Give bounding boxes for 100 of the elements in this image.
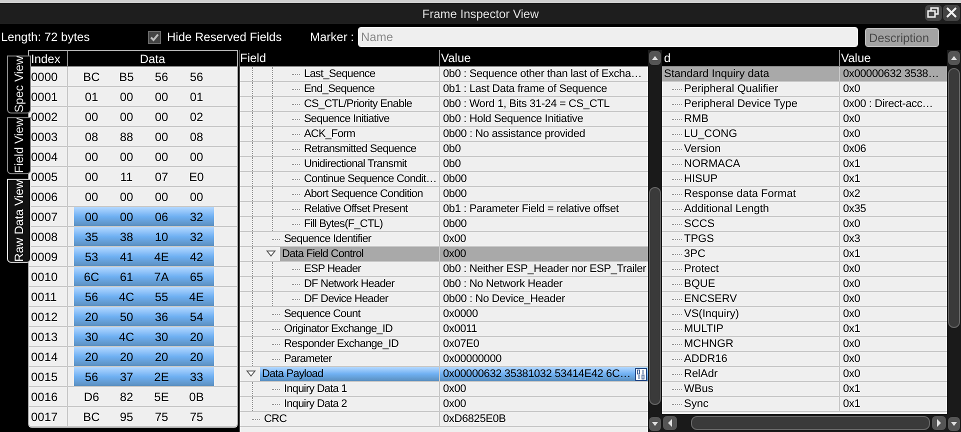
field-name[interactable]: Sync [682, 397, 710, 411]
byte-cell-text: 08 [188, 128, 204, 146]
data-row[interactable]: BC 95 75 75 [74, 407, 214, 426]
index-cell: 0016 [29, 387, 68, 406]
scroll-down-icon[interactable] [948, 417, 960, 431]
byte-cell-text: 08 [84, 128, 100, 146]
data-row[interactable]: 00 00 00 00 [74, 147, 214, 166]
byte-cell-text: 4E [153, 248, 170, 266]
field-value: 0x0000 [440, 307, 648, 322]
column-header: Value [840, 50, 872, 66]
data-row[interactable]: 56 37 2E 33 [74, 367, 214, 386]
field-name[interactable]: Additional Length [682, 202, 772, 216]
scrollbar[interactable] [947, 50, 961, 432]
field-value: 0x0 [840, 127, 947, 142]
field-name[interactable]: BQUE [682, 277, 718, 291]
close-icon[interactable] [943, 5, 960, 21]
field-value: 0x0 [840, 262, 947, 277]
binary-icon[interactable] [635, 368, 647, 380]
scroll-up-icon[interactable] [649, 51, 661, 65]
byte-cell-text: 4C [118, 328, 136, 346]
length-label: Length: 72 bytes [1, 29, 91, 46]
scroll-right-icon[interactable] [932, 416, 946, 430]
byte-cell-text: 20 [188, 348, 204, 366]
field-name[interactable]: VS(Inquiry) [682, 307, 742, 321]
horizontal-scrollbar[interactable] [662, 414, 947, 432]
data-row[interactable]: D6 82 5E 0B [74, 387, 214, 406]
data-row[interactable]: 01 00 00 01 [74, 87, 214, 106]
marker-field[interactable]: Name [358, 27, 858, 47]
field-value: 0x07E0 [440, 337, 648, 352]
scroll-down-icon[interactable] [649, 417, 661, 431]
data-row[interactable]: 56 4C 55 4E [74, 287, 214, 306]
byte-cell-text: 00 [84, 208, 100, 226]
field-value: 0x00 [440, 232, 648, 247]
view-tab[interactable]: Raw Data View [7, 178, 31, 262]
field-value: 0x0 [840, 337, 947, 352]
byte-cell-text: 41 [118, 248, 134, 266]
data-row[interactable]: 00 00 06 32 [74, 207, 214, 226]
field-value: 0x0 [840, 277, 947, 292]
data-row[interactable]: BC B5 56 56 [74, 67, 214, 86]
restore-icon[interactable] [925, 5, 942, 21]
field-value: 0x35 [840, 202, 947, 217]
data-row[interactable]: 53 41 4E 42 [74, 247, 214, 266]
index-cell: 0014 [29, 347, 68, 366]
field-value: 0x00 [440, 397, 648, 412]
field-value: 0b0 [440, 142, 648, 157]
column-header: Data [138, 51, 166, 66]
expander-icon[interactable] [246, 370, 256, 378]
field-value: 0b00 : No Device_Header [440, 292, 648, 307]
field-name[interactable]: LU_CONG [682, 127, 740, 141]
data-row[interactable]: 6C 61 7A 65 [74, 267, 214, 286]
field-name[interactable]: Response data Format [682, 187, 798, 201]
byte-cell-text: 00 [154, 128, 170, 146]
byte-cell-text: 38 [118, 228, 134, 246]
field-value: 0b00 [440, 187, 648, 202]
scroll-left-icon[interactable] [663, 416, 677, 430]
field-name[interactable]: Data Payload [260, 367, 439, 381]
byte-cell-text: 37 [118, 368, 134, 386]
window-title: Frame Inspector View [422, 6, 539, 22]
byte-cell-text: 75 [188, 408, 204, 426]
view-tab[interactable]: Field View [7, 117, 31, 175]
byte-cell-text: 61 [118, 268, 134, 286]
index-cell: 0015 [29, 367, 68, 386]
field-name[interactable]: Standard Inquiry data [662, 67, 772, 81]
view-tab[interactable]: Spec View [7, 55, 31, 114]
hide-reserved-checkbox[interactable]: Hide Reserved Fields [148, 28, 310, 46]
field-value: 0x0 [840, 367, 947, 382]
data-row[interactable]: 08 88 00 08 [74, 127, 214, 146]
index-cell: 0006 [29, 187, 68, 206]
field-name[interactable]: Peripheral Device Type [682, 97, 800, 111]
data-row[interactable]: 35 38 10 32 [74, 227, 214, 246]
field-name[interactable]: Peripheral Qualifier [682, 82, 780, 96]
field-value: 0x00 [440, 247, 648, 262]
byte-cell-text: 00 [118, 108, 134, 126]
byte-cell-text: 02 [188, 108, 204, 126]
data-row[interactable]: 20 20 20 20 [74, 347, 214, 366]
field-value: 0x1 [840, 322, 947, 337]
scroll-up-icon[interactable] [948, 51, 960, 65]
byte-cell-text: 11 [119, 168, 134, 186]
byte-cell-text: 30 [154, 328, 170, 346]
data-row[interactable]: 00 11 07 E0 [74, 167, 214, 186]
expander-icon[interactable] [266, 250, 276, 258]
scrollbar[interactable] [648, 50, 662, 432]
byte-cell-text: 00 [188, 188, 204, 206]
field-name[interactable]: Data Field Control [280, 247, 439, 261]
field-value: 0x1 [840, 157, 947, 172]
byte-cell-text: BC [82, 408, 101, 426]
index-cell: 0012 [29, 307, 68, 326]
byte-cell-text: 88 [118, 128, 134, 146]
byte-cell-text: 00 [154, 88, 170, 106]
data-row[interactable]: 00 00 00 02 [74, 107, 214, 126]
data-row[interactable]: 30 4C 30 20 [74, 327, 214, 346]
byte-cell-text: 10 [154, 228, 170, 246]
field-value: 0b0 : Sequence other than last of Excha… [440, 67, 648, 82]
byte-cell-text: 00 [154, 188, 170, 206]
field-value: 0x00000632 3538… [840, 67, 947, 82]
data-row[interactable]: 20 50 36 54 [74, 307, 214, 326]
data-row[interactable]: 00 00 00 00 [74, 187, 214, 206]
byte-cell-text: 32 [188, 208, 204, 226]
byte-cell-text: 00 [84, 188, 100, 206]
field-value: 0x1 [840, 172, 947, 187]
